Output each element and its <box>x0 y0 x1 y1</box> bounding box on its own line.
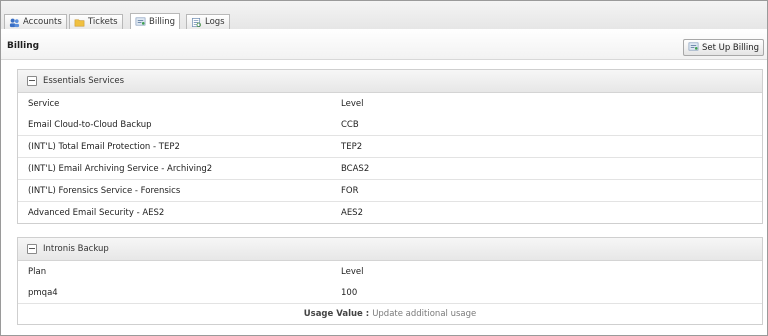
service-name: (INT'L) Email Archiving Service - Archiv… <box>28 163 213 174</box>
tab-bar: Accounts Tickets Billing Logs <box>1 1 767 30</box>
service-name: Advanced Email Security - AES2 <box>28 207 165 218</box>
tab-label: Tickets <box>88 17 118 27</box>
table-header: Service Level <box>18 93 762 114</box>
table-row: (INT'L) Email Archiving Service - Archiv… <box>18 158 762 180</box>
service-level: AES2 <box>341 207 363 218</box>
users-icon <box>9 17 20 28</box>
tab-label: Billing <box>149 16 176 27</box>
tab-billing[interactable]: Billing <box>130 13 181 29</box>
set-up-billing-label: Set Up Billing <box>701 42 759 53</box>
service-level: FOR <box>341 185 359 196</box>
usage-value-row: Usage Value : Update additional usage <box>18 304 762 324</box>
essentials-services-panel: Essentials Services Service Level Email … <box>17 69 763 224</box>
table-row: Advanced Email Security - AES2 AES2 <box>18 202 762 223</box>
service-name: (INT'L) Forensics Service - Forensics <box>28 185 181 196</box>
tab-tickets[interactable]: Tickets <box>69 14 123 29</box>
page-title: Billing <box>7 41 40 51</box>
set-up-billing-button[interactable]: Set Up Billing <box>682 39 764 56</box>
tab-accounts[interactable]: Accounts <box>4 14 67 29</box>
collapse-icon[interactable] <box>27 76 37 86</box>
panel-title: Essentials Services <box>43 76 125 86</box>
column-header-level: Level <box>341 266 364 277</box>
tab-label: Logs <box>205 17 225 27</box>
service-name: (INT'L) Total Email Protection - TEP2 <box>28 141 180 152</box>
plan-level: 100 <box>341 287 358 298</box>
update-usage-link[interactable]: Update additional usage <box>372 309 476 319</box>
panel-header: Intronis Backup <box>18 238 762 261</box>
billing-window: Accounts Tickets Billing Logs Billing Se… <box>0 0 768 336</box>
panel-header: Essentials Services <box>18 70 762 93</box>
service-name: Email Cloud-to-Cloud Backup <box>28 119 152 130</box>
table-row: (INT'L) Forensics Service - Forensics FO… <box>18 180 762 202</box>
table-row: pmqa4 100 <box>18 282 762 304</box>
panel-title: Intronis Backup <box>43 244 109 254</box>
collapse-icon[interactable] <box>27 244 37 254</box>
billing-icon <box>135 16 146 27</box>
column-header-plan: Plan <box>28 266 47 277</box>
table-row: (INT'L) Total Email Protection - TEP2 TE… <box>18 136 762 158</box>
service-level: BCAS2 <box>341 163 370 174</box>
column-header-level: Level <box>341 98 364 109</box>
table-row: Email Cloud-to-Cloud Backup CCB <box>18 114 762 136</box>
service-level: CCB <box>341 119 359 130</box>
tab-label: Accounts <box>23 17 62 27</box>
logs-icon <box>191 17 202 28</box>
service-level: TEP2 <box>341 141 363 152</box>
page-header: Billing Set Up Billing <box>1 29 767 60</box>
column-header-service: Service <box>28 98 60 109</box>
billing-icon <box>688 41 699 55</box>
folder-icon <box>74 17 85 28</box>
plan-name: pmqa4 <box>28 287 58 298</box>
usage-value-label: Usage Value : <box>303 309 370 319</box>
intronis-backup-panel: Intronis Backup Plan Level pmqa4 100 Usa… <box>17 237 763 325</box>
table-header: Plan Level <box>18 261 762 282</box>
tab-logs[interactable]: Logs <box>186 14 230 29</box>
